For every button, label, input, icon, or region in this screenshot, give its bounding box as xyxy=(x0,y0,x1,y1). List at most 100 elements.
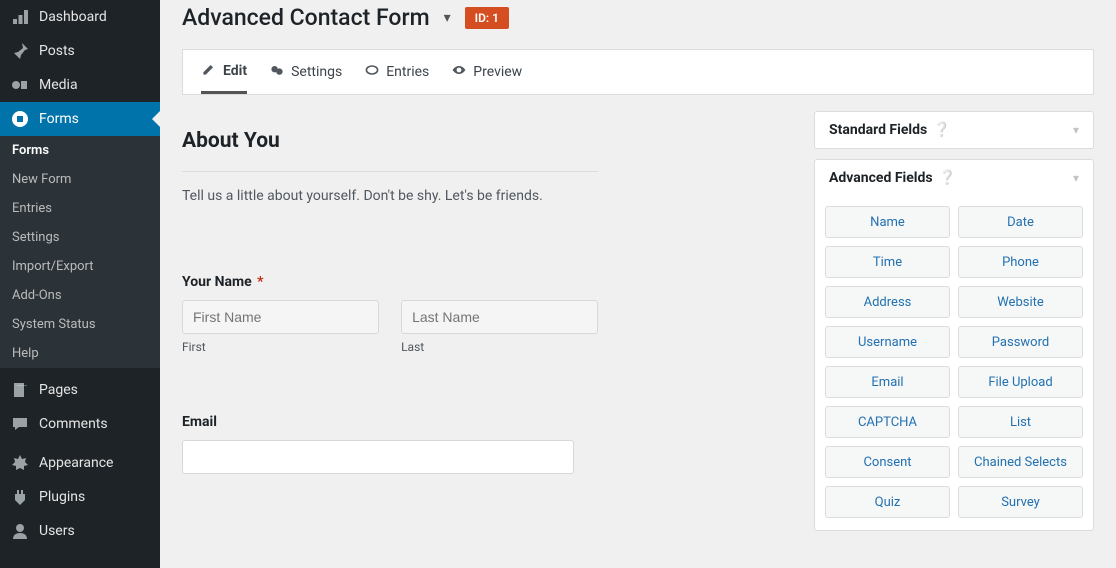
main-content: Advanced Contact Form ▾ ID: 1 Edit Setti… xyxy=(160,0,1116,568)
content-area: About You Tell us a little about yoursel… xyxy=(182,97,1094,531)
field-time[interactable]: Time xyxy=(825,246,950,278)
name-field-label: Your Name * xyxy=(182,274,794,290)
id-badge: ID: 1 xyxy=(465,7,509,29)
submenu-item-help[interactable]: Help xyxy=(0,339,160,368)
sidebar-label: Plugins xyxy=(39,489,85,505)
users-icon xyxy=(10,521,30,541)
field-fileupload[interactable]: File Upload xyxy=(958,366,1083,398)
fields-sidebar: Standard Fields ❔ ▾ Advanced Fields ❔ ▾ … xyxy=(814,111,1094,531)
submenu-item-importexport[interactable]: Import/Export xyxy=(0,252,160,281)
field-date[interactable]: Date xyxy=(958,206,1083,238)
sidebar-item-appearance[interactable]: Appearance xyxy=(0,446,160,480)
last-name-input[interactable] xyxy=(401,300,598,334)
sidebar-item-plugins[interactable]: Plugins xyxy=(0,480,160,514)
panel-title: Advanced Fields ❔ xyxy=(829,170,956,186)
divider xyxy=(182,171,598,172)
advanced-fields-header[interactable]: Advanced Fields ❔ ▾ xyxy=(815,160,1093,196)
sidebar-label: Dashboard xyxy=(39,9,107,25)
sidebar-label: Posts xyxy=(39,43,75,59)
panel-title-text: Standard Fields xyxy=(829,122,927,138)
section-description: Tell us a little about yourself. Don't b… xyxy=(182,188,794,204)
field-phone[interactable]: Phone xyxy=(958,246,1083,278)
first-sub-label: First xyxy=(182,340,379,354)
sidebar-item-posts[interactable]: Posts xyxy=(0,34,160,68)
field-address[interactable]: Address xyxy=(825,286,950,318)
chevron-down-icon[interactable]: ▾ xyxy=(1073,123,1079,137)
sidebar-label: Comments xyxy=(39,416,108,432)
field-website[interactable]: Website xyxy=(958,286,1083,318)
last-sub-label: Last xyxy=(401,340,598,354)
submenu-item-newform[interactable]: New Form xyxy=(0,165,160,194)
panel-title-text: Advanced Fields xyxy=(829,170,933,186)
page-header: Advanced Contact Form ▾ ID: 1 xyxy=(182,0,1094,49)
panel-title: Standard Fields ❔ xyxy=(829,122,951,138)
advanced-fields-panel: Advanced Fields ❔ ▾ Name Date Time Phone… xyxy=(814,159,1094,531)
field-email[interactable]: Email xyxy=(825,366,950,398)
first-name-col: First xyxy=(182,300,379,354)
sidebar-label: Forms xyxy=(39,111,79,127)
field-captcha[interactable]: CAPTCHA xyxy=(825,406,950,438)
sidebar-item-dashboard[interactable]: Dashboard xyxy=(0,0,160,34)
email-field-label: Email xyxy=(182,414,794,430)
advanced-fields-body: Name Date Time Phone Address Website Use… xyxy=(815,196,1093,530)
field-name[interactable]: Name xyxy=(825,206,950,238)
tab-preview[interactable]: Preview xyxy=(451,50,522,94)
sidebar-item-pages[interactable]: Pages xyxy=(0,373,160,407)
comments-icon xyxy=(10,414,30,434)
tab-label: Preview xyxy=(473,64,522,80)
sidebar-item-users[interactable]: Users xyxy=(0,514,160,548)
submenu-item-addons[interactable]: Add-Ons xyxy=(0,281,160,310)
tab-settings[interactable]: Settings xyxy=(269,50,342,94)
sidebar-item-media[interactable]: Media xyxy=(0,68,160,102)
sidebar-submenu: Forms New Form Entries Settings Import/E… xyxy=(0,136,160,368)
field-quiz[interactable]: Quiz xyxy=(825,486,950,518)
field-username[interactable]: Username xyxy=(825,326,950,358)
standard-fields-panel: Standard Fields ❔ ▾ xyxy=(814,111,1094,149)
admin-sidebar: Dashboard Posts Media Forms Forms New Fo… xyxy=(0,0,160,568)
section-title: About You xyxy=(182,129,794,153)
submenu-item-forms[interactable]: Forms xyxy=(0,136,160,165)
sidebar-item-forms[interactable]: Forms xyxy=(0,102,160,136)
entries-icon xyxy=(364,62,380,82)
email-input[interactable] xyxy=(182,440,574,474)
field-survey[interactable]: Survey xyxy=(958,486,1083,518)
label-text: Your Name xyxy=(182,274,252,290)
pages-icon xyxy=(10,380,30,400)
sidebar-item-comments[interactable]: Comments xyxy=(0,407,160,441)
submenu-item-settings[interactable]: Settings xyxy=(0,223,160,252)
field-consent[interactable]: Consent xyxy=(825,446,950,478)
tab-label: Settings xyxy=(291,64,342,80)
name-row: First Last xyxy=(182,300,598,354)
tabs-bar: Edit Settings Entries Preview xyxy=(182,49,1094,95)
sidebar-label: Users xyxy=(39,523,75,539)
plugins-icon xyxy=(10,487,30,507)
chevron-down-icon[interactable]: ▾ xyxy=(444,10,451,26)
field-chainedselects[interactable]: Chained Selects xyxy=(958,446,1083,478)
pin-icon xyxy=(10,41,30,61)
dashboard-icon xyxy=(10,7,30,27)
page-title: Advanced Contact Form xyxy=(182,4,430,31)
edit-icon xyxy=(201,61,217,81)
tab-label: Edit xyxy=(223,63,247,79)
field-password[interactable]: Password xyxy=(958,326,1083,358)
form-preview: About You Tell us a little about yoursel… xyxy=(182,97,794,488)
tab-label: Entries xyxy=(386,64,429,80)
tab-entries[interactable]: Entries xyxy=(364,50,429,94)
standard-fields-header[interactable]: Standard Fields ❔ ▾ xyxy=(815,112,1093,148)
appearance-icon xyxy=(10,453,30,473)
sidebar-label: Pages xyxy=(39,382,78,398)
sidebar-label: Appearance xyxy=(39,455,113,471)
help-icon[interactable]: ❔ xyxy=(933,122,950,138)
tab-edit[interactable]: Edit xyxy=(201,50,247,94)
field-list[interactable]: List xyxy=(958,406,1083,438)
help-icon[interactable]: ❔ xyxy=(939,170,956,186)
submenu-item-systemstatus[interactable]: System Status xyxy=(0,310,160,339)
forms-icon xyxy=(10,109,30,129)
last-name-col: Last xyxy=(401,300,598,354)
required-mark: * xyxy=(257,274,263,290)
sidebar-label: Media xyxy=(39,77,78,93)
submenu-item-entries[interactable]: Entries xyxy=(0,194,160,223)
media-icon xyxy=(10,75,30,95)
first-name-input[interactable] xyxy=(182,300,379,334)
chevron-down-icon[interactable]: ▾ xyxy=(1073,171,1079,185)
